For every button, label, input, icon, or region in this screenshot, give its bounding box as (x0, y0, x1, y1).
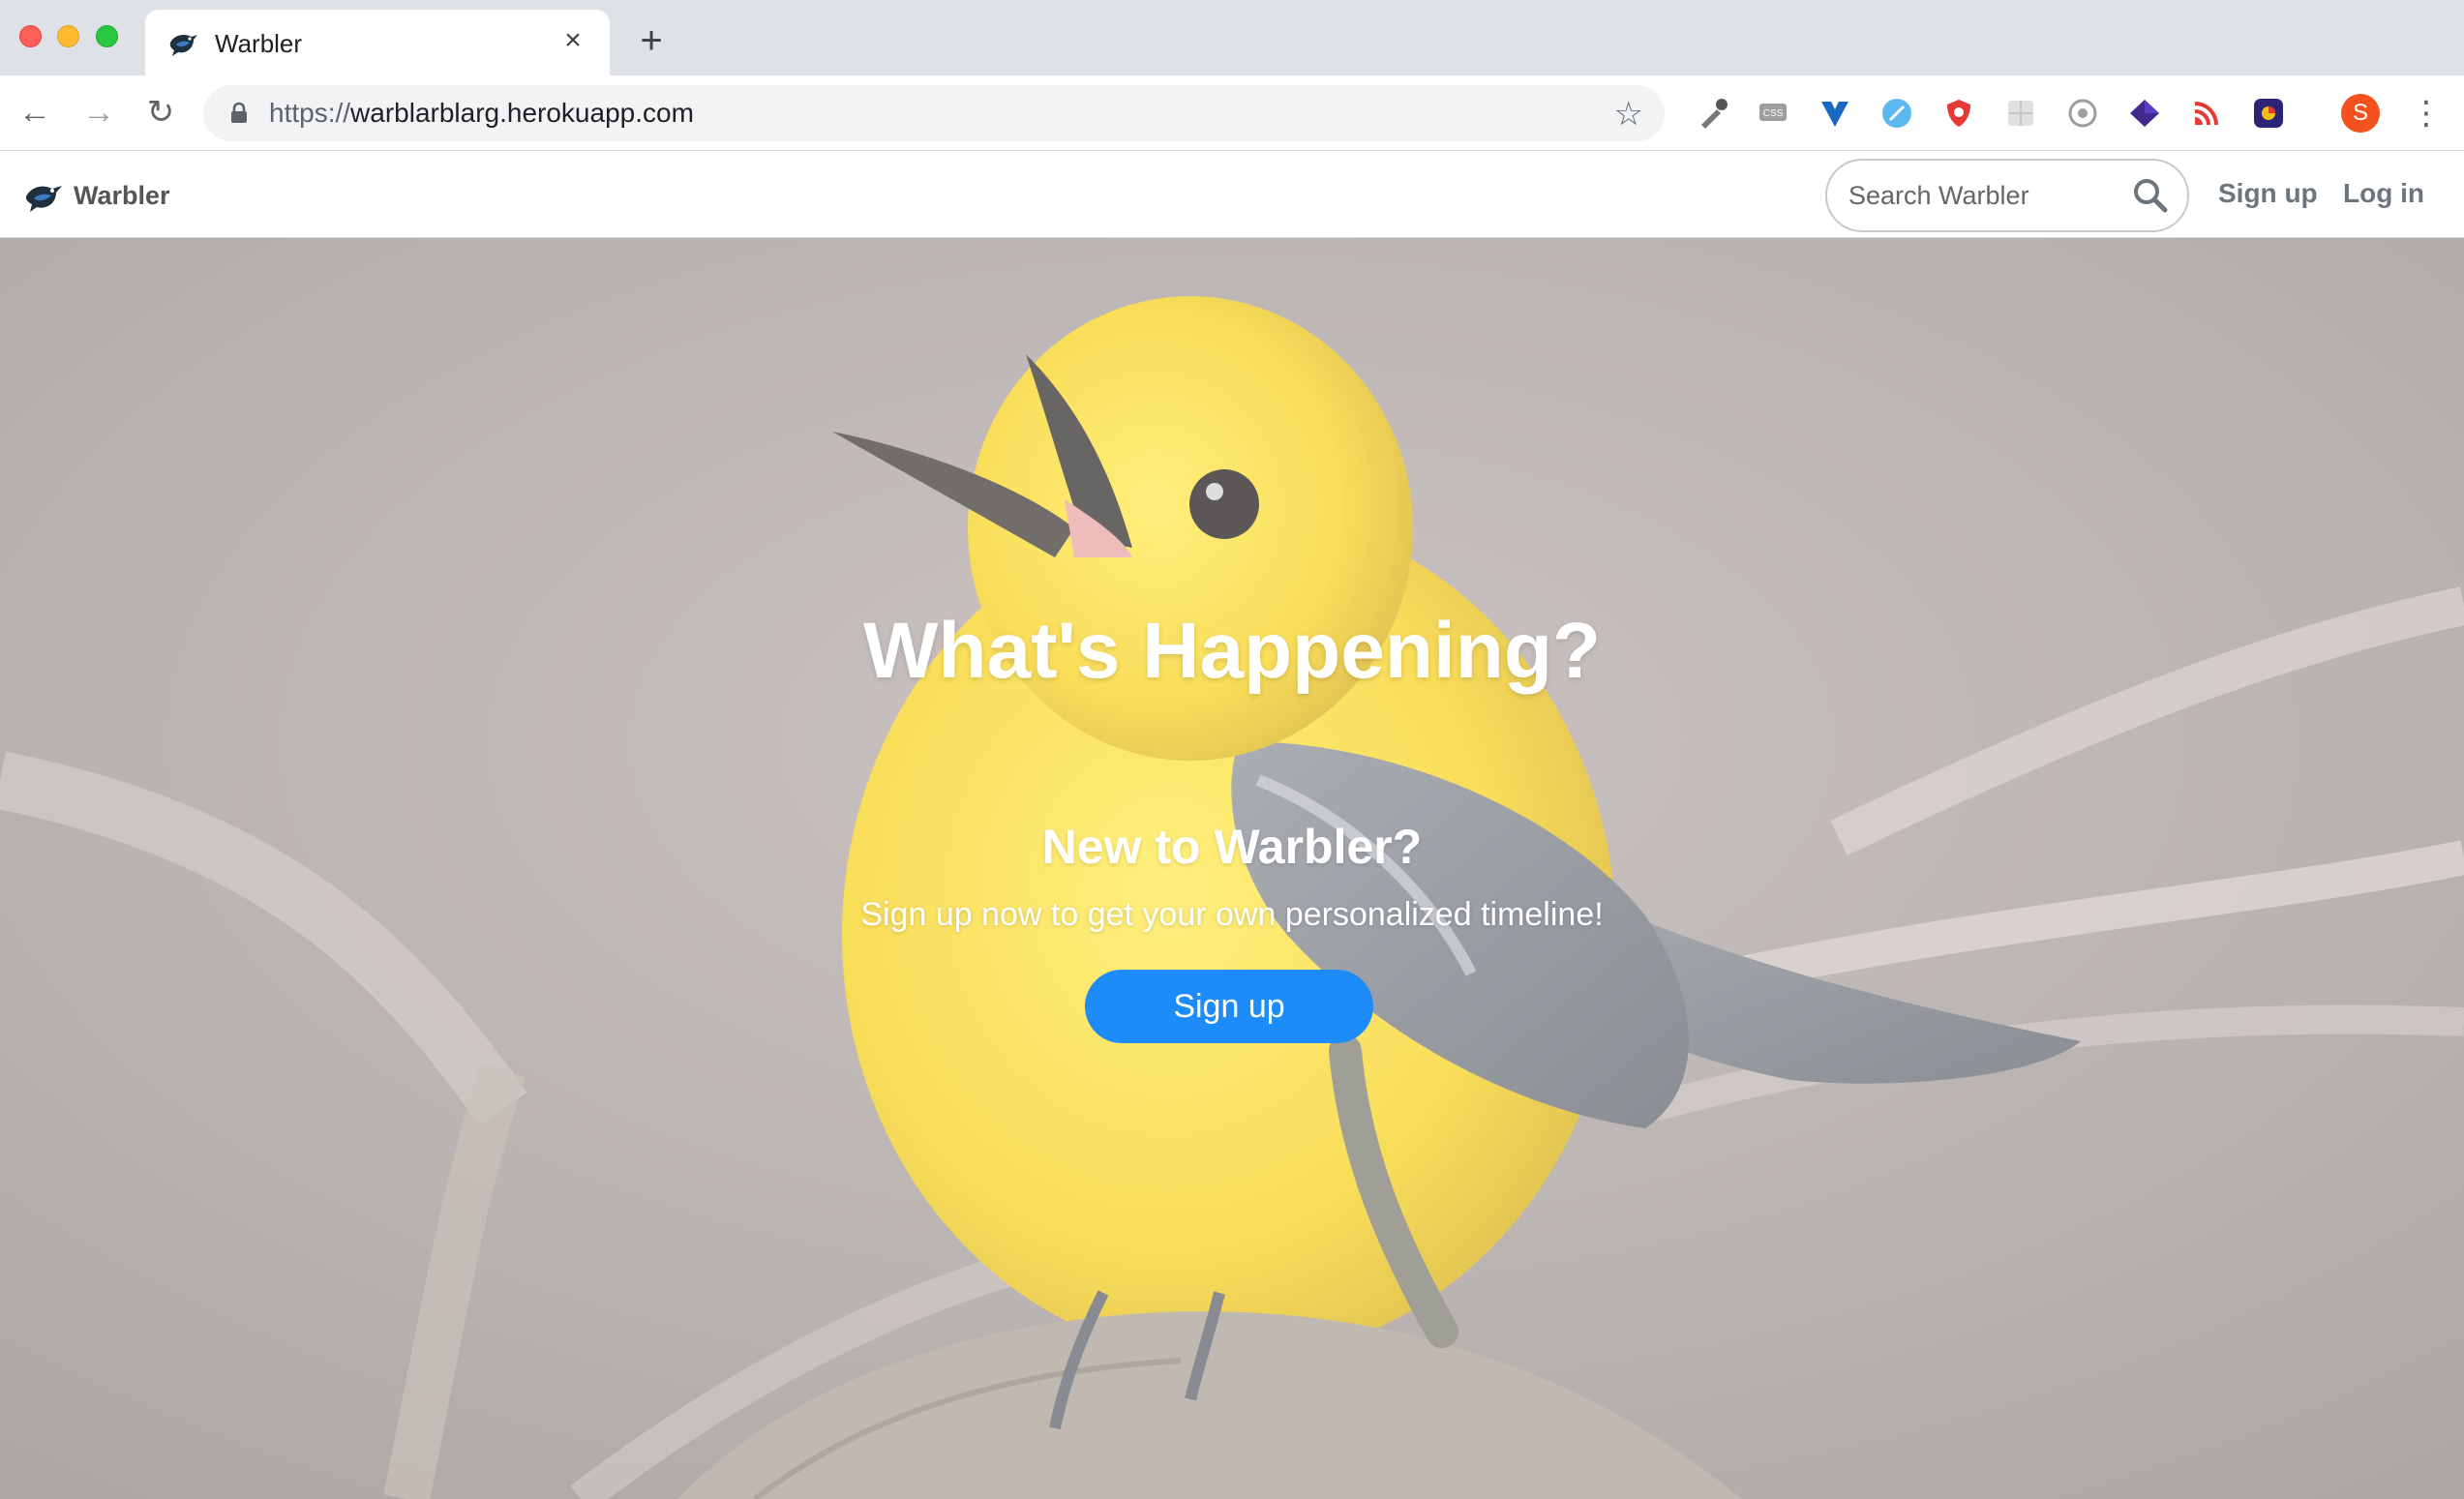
rss-extension-icon[interactable] (2189, 96, 2224, 131)
browser-tab-active[interactable]: Warbler × (145, 10, 610, 75)
hero-section: What's Happening? New to Warbler? Sign u… (0, 238, 2464, 1499)
search-box (1825, 159, 2189, 232)
forward-arrow-icon[interactable]: → (77, 91, 120, 134)
lock-icon (231, 102, 247, 123)
hero-title: What's Happening? (862, 607, 1602, 695)
browser-toolbar: ← → ↻ https://warblarblarg.herokuapp.com… (0, 75, 2464, 151)
browser-menu-icon[interactable]: ⋮ (2410, 93, 2443, 134)
minimize-window-button[interactable] (57, 25, 79, 47)
warbler-bird-icon (169, 35, 197, 56)
hero-subtitle: New to Warbler? (1041, 820, 1423, 874)
eyedropper-extension-icon[interactable] (1696, 96, 1730, 131)
hero-description: Sign up now to get your own personalized… (860, 896, 1604, 933)
search-icon[interactable] (2131, 176, 2170, 215)
address-bar[interactable]: https://warblarblarg.herokuapp.com ☆ (203, 85, 1665, 141)
maximize-window-button[interactable] (96, 25, 118, 47)
close-window-button[interactable] (19, 25, 42, 47)
back-arrow-icon[interactable]: ← (14, 91, 56, 134)
browser-tab-strip: Warbler × + (0, 0, 2464, 75)
nav-login-link[interactable]: Log in (2343, 178, 2424, 209)
nav-signup-link[interactable]: Sign up (2218, 178, 2318, 209)
new-tab-button[interactable]: + (631, 21, 672, 62)
app-extension-icon[interactable] (2251, 96, 2286, 131)
profile-avatar[interactable]: S (2341, 94, 2380, 133)
css-extension-icon[interactable]: CSS (1756, 96, 1790, 131)
brand-name: Warbler (74, 180, 170, 210)
search-input[interactable] (1848, 176, 2119, 215)
svg-text:CSS: CSS (1763, 108, 1784, 119)
url-text: https://warblarblarg.herokuapp.com (269, 98, 694, 128)
target-extension-icon[interactable] (2065, 96, 2100, 131)
warbler-logo-icon (25, 186, 63, 212)
diamond-extension-icon[interactable] (2127, 96, 2162, 131)
app-navbar: Warbler Sign up Log in (0, 151, 2464, 238)
brand-link[interactable]: Warbler (23, 174, 170, 217)
grid-extension-icon[interactable] (2003, 96, 2038, 131)
close-tab-icon[interactable]: × (556, 23, 590, 58)
vuetify-extension-icon[interactable] (1818, 96, 1852, 131)
reload-icon[interactable]: ↻ (139, 91, 182, 134)
feather-extension-icon[interactable] (1879, 96, 1914, 131)
bookmark-star-icon[interactable]: ☆ (1614, 95, 1643, 134)
tab-title: Warbler (215, 29, 303, 58)
hero-signup-button[interactable]: Sign up (1085, 970, 1373, 1043)
shield-extension-icon[interactable] (1941, 96, 1976, 131)
